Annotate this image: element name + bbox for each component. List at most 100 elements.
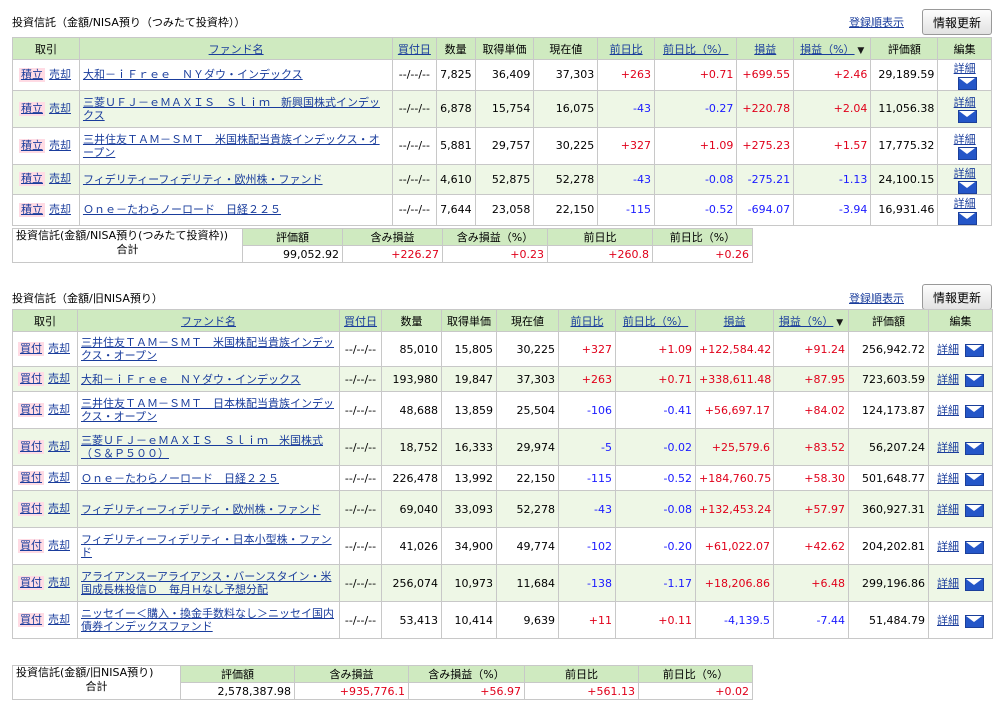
detail-link[interactable]: 詳細 (937, 441, 959, 454)
sort-link[interactable]: ファンド名 (209, 43, 264, 56)
sort-link[interactable]: 前日比 (610, 43, 643, 56)
mail-icon[interactable] (965, 503, 984, 517)
fund-name-link[interactable]: 大和－ｉＦｒｅｅ ＮＹダウ・インデックス (83, 68, 303, 81)
fund-name-link[interactable]: 大和－ｉＦｒｅｅ ＮＹダウ・インデックス (81, 373, 301, 386)
detail-link[interactable]: 詳細 (954, 133, 976, 146)
detail-link[interactable]: 詳細 (937, 472, 959, 485)
column-header[interactable]: 買付日 (339, 309, 382, 332)
section2-refresh-button[interactable]: 情報更新 (922, 284, 992, 310)
sell-button[interactable]: 売却 (47, 102, 73, 116)
sort-link[interactable]: ファンド名 (181, 315, 236, 328)
detail-link[interactable]: 詳細 (954, 167, 976, 180)
column-header[interactable]: 買付日 (392, 37, 437, 60)
sell-button[interactable]: 売却 (47, 68, 73, 82)
mail-icon[interactable] (965, 373, 984, 387)
mail-icon[interactable] (965, 577, 984, 591)
sell-button[interactable]: 売却 (47, 172, 73, 186)
sort-link[interactable]: 買付日 (344, 315, 377, 328)
sell-button[interactable]: 売却 (46, 539, 72, 553)
sell-button[interactable]: 売却 (46, 471, 72, 485)
sort-link[interactable]: 損益（%） (800, 43, 854, 56)
section1-refresh-button[interactable]: 情報更新 (922, 9, 992, 35)
sell-button[interactable]: 売却 (46, 440, 72, 454)
fund-name-link[interactable]: Ｏｎｅ－たわらノーロード 日経２２５ (83, 203, 281, 216)
detail-link[interactable]: 詳細 (937, 373, 959, 386)
section2-registration-order-link[interactable]: 登録順表示 (849, 290, 904, 306)
buy-button[interactable]: 積立 (18, 67, 45, 82)
buy-button[interactable]: 買付 (18, 403, 44, 417)
fund-name-link[interactable]: フィデリティーフィデリティ・欧州株・ファンド (83, 173, 323, 186)
buy-button[interactable]: 買付 (18, 342, 44, 356)
buy-button[interactable]: 買付 (18, 576, 44, 590)
column-header[interactable]: 損益（%） ▼ (773, 309, 849, 332)
mail-icon[interactable] (958, 211, 978, 225)
mail-icon[interactable] (965, 441, 984, 455)
mail-icon[interactable] (958, 147, 978, 161)
detail-link[interactable]: 詳細 (954, 197, 976, 210)
sell-button[interactable]: 売却 (46, 502, 72, 516)
fund-name-link[interactable]: 三井住友ＴＡＭ－ＳＭＴ 米国株配当貴族インデックス・オープン (81, 336, 334, 362)
column-header[interactable]: 前日比 (558, 309, 616, 332)
fund-name-link[interactable]: 三菱ＵＦＪ－ｅＭＡＸＩＳ Ｓｌｉｍ 新興国株式インデックス (83, 96, 380, 122)
section1-registration-order-link[interactable]: 登録順表示 (849, 14, 904, 30)
sell-button[interactable]: 売却 (46, 342, 72, 356)
fund-name-link[interactable]: アライアンスーアライアンス・バーンスタイン・米国成長株投信Ｄ 毎月Ｈなし予想分配 (81, 570, 331, 596)
day-change-pct: +1.09 (615, 331, 696, 367)
buy-button[interactable]: 買付 (18, 613, 44, 627)
sell-button[interactable]: 売却 (46, 403, 72, 417)
column-header[interactable]: 損益 (736, 37, 795, 60)
column-header[interactable]: 損益 (695, 309, 774, 332)
sort-link[interactable]: 前日比（%） (623, 315, 688, 328)
buy-button[interactable]: 買付 (18, 539, 44, 553)
mail-icon[interactable] (965, 540, 984, 554)
column-header[interactable]: 前日比 (597, 37, 655, 60)
sort-link[interactable]: 前日比（%） (663, 43, 728, 56)
detail-link[interactable]: 詳細 (937, 343, 959, 356)
buy-button[interactable]: 積立 (18, 101, 45, 116)
sort-link[interactable]: 損益（%） (779, 315, 833, 328)
buy-button[interactable]: 買付 (18, 471, 44, 485)
column-header[interactable]: ファンド名 (78, 37, 394, 60)
detail-link[interactable]: 詳細 (954, 62, 976, 75)
sort-link[interactable]: 買付日 (398, 43, 431, 56)
column-header[interactable]: 前日比（%） (615, 309, 696, 332)
sell-button[interactable]: 売却 (46, 576, 72, 590)
mail-icon[interactable] (965, 472, 984, 486)
fund-name-link[interactable]: ニッセイー＜購入・換金手数料なし＞ニッセイ国内債券インデックスファンド (81, 607, 334, 633)
fund-name-link[interactable]: フィデリティーフィデリティ・欧州株・ファンド (81, 503, 321, 516)
buy-button[interactable]: 積立 (18, 172, 45, 187)
fund-name-link[interactable]: Ｏｎｅ－たわらノーロード 日経２２５ (81, 472, 279, 485)
detail-link[interactable]: 詳細 (937, 503, 959, 516)
sort-link[interactable]: 前日比 (571, 315, 604, 328)
sort-link[interactable]: 損益 (754, 43, 776, 56)
mail-icon[interactable] (965, 614, 984, 628)
buy-button[interactable]: 積立 (18, 138, 45, 153)
detail-link[interactable]: 詳細 (937, 614, 959, 627)
fund-name-link[interactable]: フィデリティーフィデリティ・日本小型株・ファンド (81, 533, 332, 559)
day-change-pct: -0.20 (615, 527, 696, 565)
mail-icon[interactable] (965, 404, 984, 418)
mail-icon[interactable] (958, 181, 978, 194)
sell-button[interactable]: 売却 (46, 372, 72, 386)
fund-name-link[interactable]: 三井住友ＴＡＭ－ＳＭＴ 日本株配当貴族インデックス・オープン (81, 397, 334, 423)
detail-link[interactable]: 詳細 (954, 96, 976, 109)
detail-link[interactable]: 詳細 (937, 404, 959, 417)
buy-button[interactable]: 買付 (18, 440, 44, 454)
mail-icon[interactable] (958, 110, 978, 124)
buy-button[interactable]: 買付 (18, 372, 44, 386)
sort-link[interactable]: 損益 (724, 315, 746, 328)
sell-button[interactable]: 売却 (47, 139, 73, 153)
mail-icon[interactable] (965, 343, 984, 357)
fund-name-link[interactable]: 三菱ＵＦＪ－ｅＭＡＸＩＳ Ｓｌｉｍ 米国株式（Ｓ＆Ｐ５００） (81, 434, 323, 460)
fund-name-link[interactable]: 三井住友ＴＡＭ－ＳＭＴ 米国株配当貴族インデックス・オープン (83, 133, 380, 159)
column-header[interactable]: ファンド名 (77, 309, 340, 332)
column-header[interactable]: 損益（%） ▼ (793, 37, 872, 60)
detail-link[interactable]: 詳細 (937, 577, 959, 590)
mail-icon[interactable] (958, 76, 978, 90)
detail-link[interactable]: 詳細 (937, 540, 959, 553)
buy-button[interactable]: 積立 (18, 202, 45, 217)
sell-button[interactable]: 売却 (46, 613, 72, 627)
sell-button[interactable]: 売却 (47, 203, 73, 217)
column-header[interactable]: 前日比（%） (653, 37, 738, 60)
buy-button[interactable]: 買付 (18, 502, 44, 516)
